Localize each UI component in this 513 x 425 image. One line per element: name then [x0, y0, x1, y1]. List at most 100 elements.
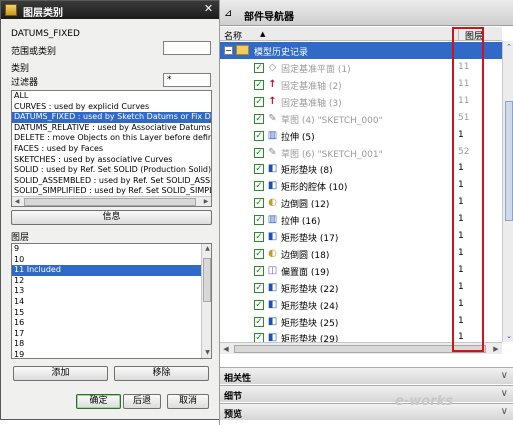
scroll-thumb[interactable]	[203, 258, 211, 302]
remove-button[interactable]: 移除	[114, 366, 209, 381]
scroll-thumb[interactable]	[505, 101, 513, 221]
category-list-hscrollbar[interactable]: ◀ ▶	[12, 196, 211, 206]
category-list-item[interactable]: SKETCHES : used by associative Curves	[12, 155, 211, 166]
navigator-title: 部件导航器	[244, 12, 294, 23]
block-feature-icon: ◧	[267, 163, 278, 175]
layer-list-item[interactable]: 14	[12, 297, 201, 308]
category-list-item[interactable]: DELETE : move Objects on this Layer befo…	[12, 133, 211, 144]
layer-category-icon	[5, 4, 17, 16]
feature-name: 矩形垫块 (8)	[281, 166, 333, 177]
visibility-checkbox[interactable]: ✓	[254, 333, 264, 342]
feature-name: 拉伸 (16)	[281, 217, 321, 228]
visibility-checkbox[interactable]: ✓	[254, 265, 264, 276]
block-feature-icon: ◧	[267, 315, 278, 327]
chevron-down-icon[interactable]: ∨	[501, 406, 508, 417]
info-button[interactable]: 信息	[11, 210, 212, 225]
visibility-checkbox[interactable]: ✓	[254, 282, 264, 293]
layer-list-item[interactable]: 9	[12, 244, 201, 255]
extrude-feature-icon: ▥	[267, 214, 278, 226]
visibility-checkbox[interactable]: ✓	[254, 164, 264, 175]
category-list-item[interactable]: SOLID_ASSEMBLED : used by Ref. Set SOLID…	[12, 176, 211, 187]
layer-list-item[interactable]: 10	[12, 255, 201, 266]
round-feature-icon: ◐	[268, 247, 277, 259]
category-list-item[interactable]: FACES : used by Faces	[12, 144, 211, 155]
scroll-thumb[interactable]	[234, 345, 486, 353]
section-title: 细节	[224, 392, 243, 402]
block-feature-icon: ◧	[267, 180, 278, 192]
offset-feature-icon: ◫	[267, 264, 278, 276]
category-list-item[interactable]: DATUMS_FIXED : used by Sketch Datums or …	[12, 112, 211, 123]
folder-icon	[236, 45, 249, 55]
block-feature-icon: ◧	[267, 231, 278, 242]
back-button[interactable]: 后退	[123, 394, 161, 409]
visibility-checkbox[interactable]: ✓	[254, 113, 264, 124]
feature-name: 固定基准平面 (1)	[281, 65, 351, 75]
layer-list[interactable]: 9 10 11 Included 12 13 14 15 16 17 18 19 ▲ ▼	[11, 243, 212, 359]
scroll-down-icon[interactable]: ⌄	[503, 330, 513, 342]
range-input[interactable]	[163, 41, 211, 55]
feature-name: 矩形垫块 (25)	[281, 318, 339, 329]
add-button[interactable]: 添加	[13, 366, 108, 381]
visibility-checkbox[interactable]: ✓	[254, 215, 264, 226]
visibility-checkbox[interactable]: ✓	[254, 79, 264, 90]
feature-name: 偏置面 (19)	[281, 267, 330, 278]
scroll-right-icon[interactable]: ▶	[201, 197, 211, 206]
visibility-checkbox[interactable]: ✓	[254, 248, 264, 259]
filter-input[interactable]: *	[163, 73, 211, 87]
tree-vscrollbar[interactable]: ⌃ ⌄	[502, 41, 513, 342]
visibility-checkbox[interactable]: ✓	[254, 316, 264, 327]
round-feature-icon: ◐	[268, 197, 277, 209]
chevron-down-icon[interactable]: ∨	[501, 388, 508, 399]
column-name[interactable]: 名称	[224, 29, 242, 42]
feature-name: 边倒圆 (12)	[281, 200, 330, 211]
category-list-item[interactable]: DATUMS_RELATIVE : used by Associative Da…	[12, 123, 211, 134]
visibility-checkbox[interactable]: ✓	[254, 299, 264, 310]
pin-icon[interactable]: ⊿	[224, 8, 232, 19]
layer-list-item[interactable]: 12	[12, 276, 201, 287]
category-list-item[interactable]: CURVES : used by explicid Curves	[12, 102, 211, 113]
scroll-thumb[interactable]	[24, 198, 196, 206]
filter-label: 过滤器	[11, 78, 39, 88]
layer-list-item[interactable]: 11 Included	[12, 265, 201, 276]
visibility-checkbox[interactable]: ✓	[254, 147, 264, 158]
scroll-up-icon[interactable]: ⌃	[503, 41, 513, 53]
scroll-right-icon[interactable]: ▶	[490, 343, 502, 355]
category-list-item[interactable]: SOLID : used by Ref. Set SOLID (Producti…	[12, 165, 211, 176]
visibility-checkbox[interactable]: ✓	[254, 63, 264, 73]
scroll-left-icon[interactable]: ◀	[220, 343, 232, 355]
ok-button[interactable]: 确定	[76, 394, 121, 409]
layer-list-item[interactable]: 13	[12, 286, 201, 297]
section-preview[interactable]: 预览 ∨	[220, 403, 513, 420]
scroll-up-icon[interactable]: ▲	[202, 244, 211, 254]
block-feature-icon: ◧	[267, 298, 278, 310]
layer-list-vscrollbar[interactable]: ▲ ▼	[201, 244, 211, 358]
scroll-left-icon[interactable]: ◀	[12, 197, 22, 206]
watermark: e-works	[395, 394, 453, 409]
visibility-checkbox[interactable]: ✓	[254, 198, 264, 209]
sort-ascending-icon[interactable]: ▲	[260, 30, 265, 38]
visibility-checkbox[interactable]: ✓	[254, 96, 264, 107]
navigator-title-bar: ⊿ 部件导航器	[220, 0, 513, 26]
cancel-button[interactable]: 取消	[167, 394, 209, 409]
layer-label: 图层	[11, 233, 30, 243]
visibility-checkbox[interactable]: ✓	[254, 181, 264, 192]
visibility-checkbox[interactable]: ✓	[254, 130, 264, 141]
dialog-title-bar[interactable]: 图层类别 ✕	[1, 1, 219, 19]
section-details[interactable]: 细节 ∨	[220, 385, 513, 402]
layer-list-item[interactable]: 16	[12, 318, 201, 329]
layer-list-item[interactable]: 18	[12, 339, 201, 350]
visibility-checkbox[interactable]: ✓	[254, 232, 264, 242]
collapse-icon[interactable]: −	[224, 46, 233, 55]
category-list-item[interactable]: ALL	[12, 91, 211, 102]
tree-root-label: 模型历史记录	[254, 48, 309, 58]
layer-list-item[interactable]: 15	[12, 308, 201, 319]
layer-list-item[interactable]: 17	[12, 329, 201, 340]
section-dependencies[interactable]: 相关性 ∨	[220, 367, 513, 384]
layer-list-item[interactable]: 19	[12, 350, 201, 358]
category-list[interactable]: ALL CURVES : used by explicid Curves DATUM…	[11, 90, 212, 207]
chevron-down-icon[interactable]: ∨	[501, 370, 508, 381]
close-icon[interactable]: ✕	[202, 3, 215, 16]
scroll-down-icon[interactable]: ▼	[202, 348, 211, 358]
feature-name: 草图 (4) "SKETCH_000"	[281, 115, 383, 126]
feature-name: 固定基准轴 (2)	[281, 81, 342, 92]
